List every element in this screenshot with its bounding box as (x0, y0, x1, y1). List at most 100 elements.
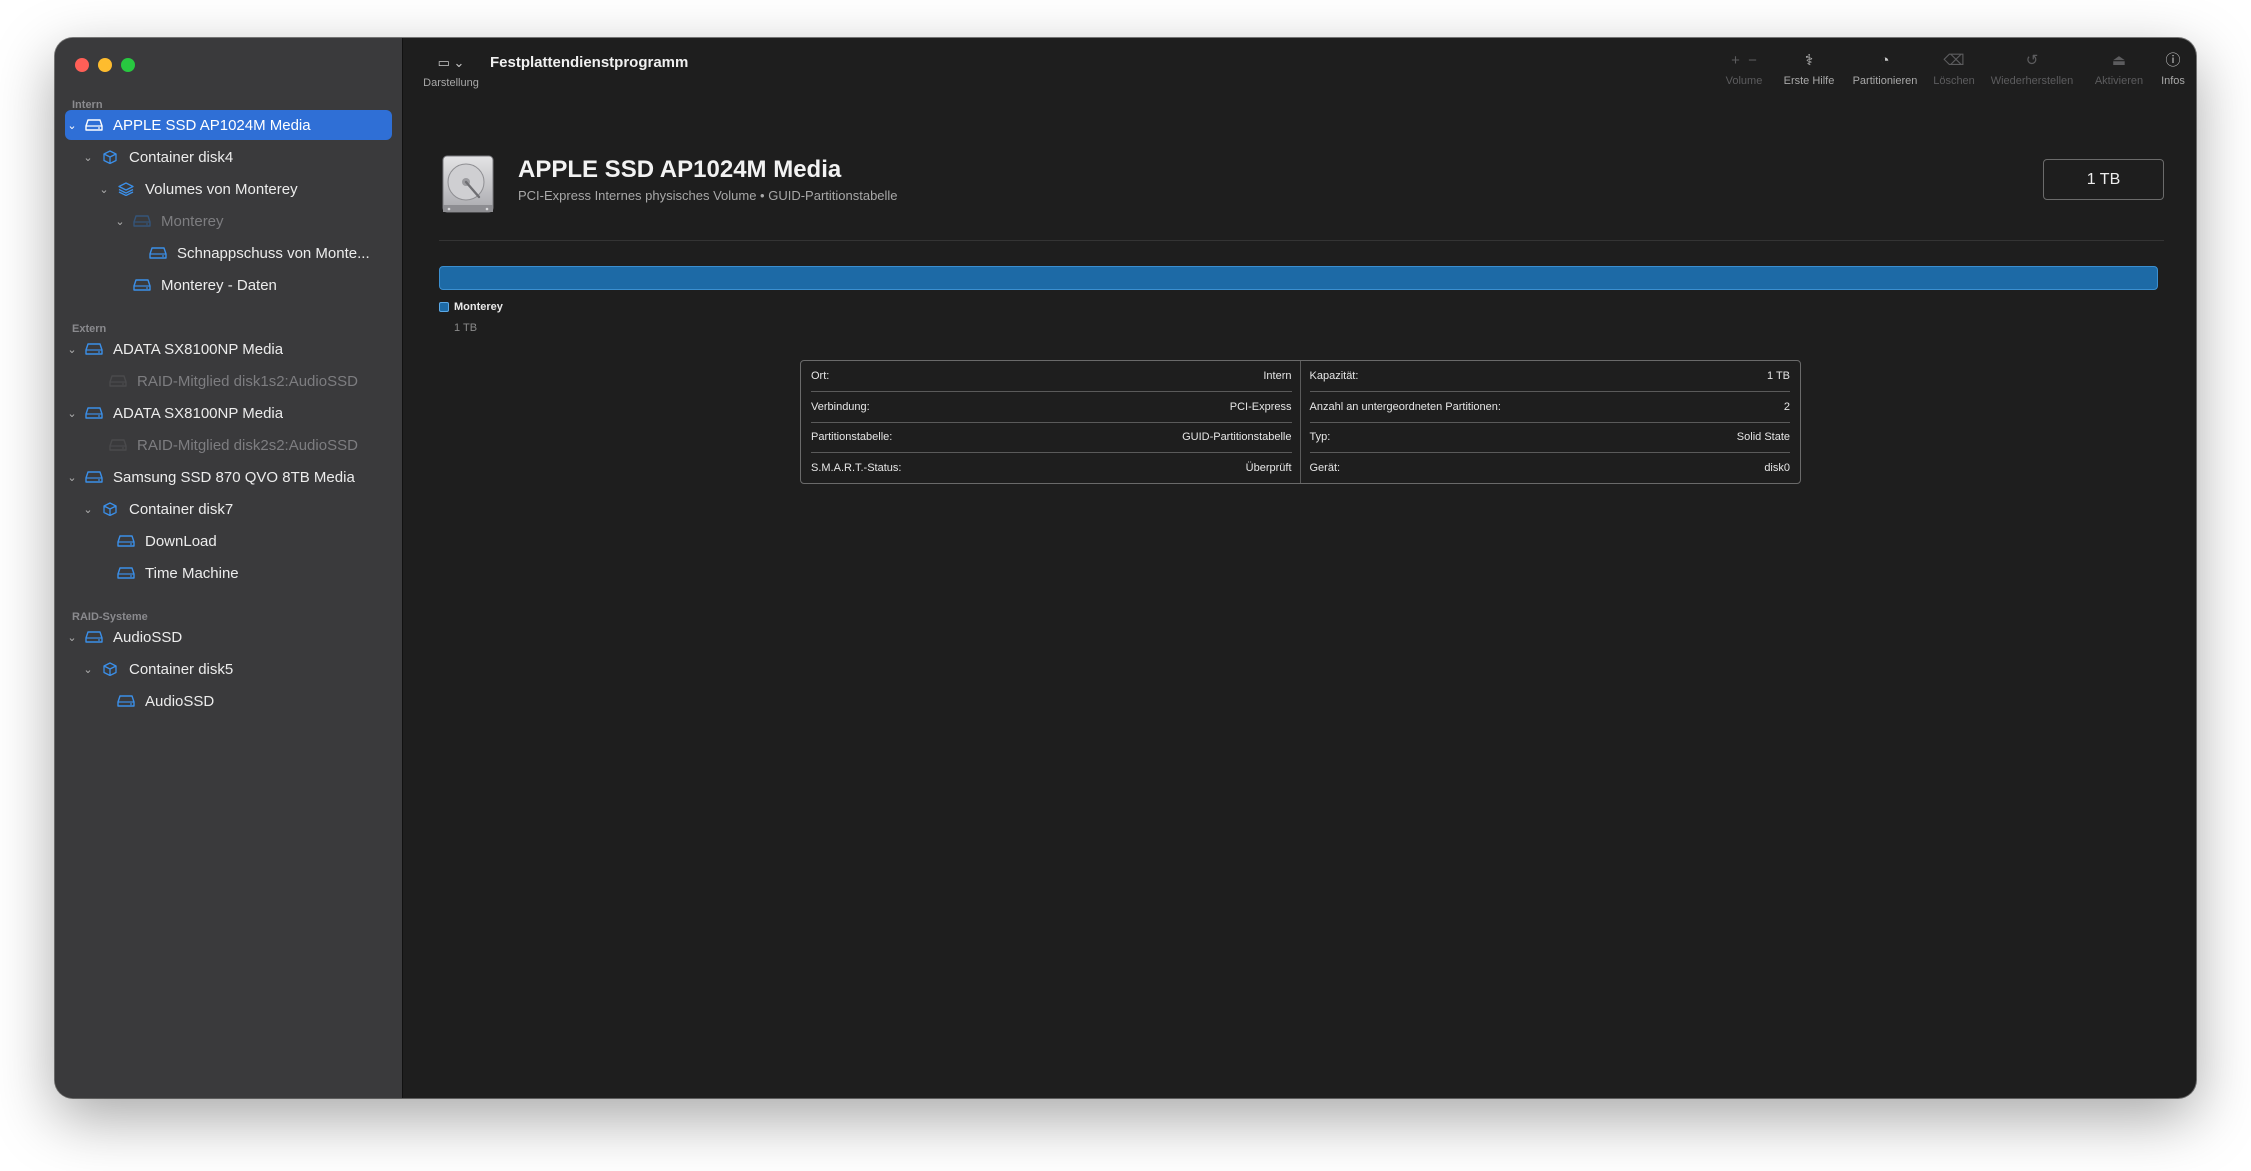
chevron-down-icon[interactable]: ⌄ (81, 663, 95, 676)
sidebar-item-label: Monterey (161, 212, 224, 230)
sidebar-item-label: Time Machine (145, 564, 239, 582)
info-value: Überprüft (1245, 462, 1292, 475)
info-label: Verbindung: (811, 400, 870, 413)
window-controls (75, 58, 135, 72)
partition-size: 1 TB (454, 322, 478, 334)
sidebar-item-container-disk7[interactable]: ⌄ Container disk7 (65, 494, 392, 524)
info-label: S.M.A.R.T.-Status: (811, 462, 902, 475)
drive-icon (133, 214, 151, 228)
info-value: 2 (1783, 400, 1790, 413)
partition-color-swatch (439, 302, 449, 312)
sidebar-item-raid-member-1[interactable]: RAID-Mitglied disk1s2:AudioSSD (65, 366, 392, 396)
disk-subtitle: PCI-Express Internes physisches Volume •… (518, 188, 898, 203)
view-button[interactable]: ▭ ⌄ Darstellung (419, 52, 483, 89)
sidebar-item-container-disk5[interactable]: ⌄ Container disk5 (65, 654, 392, 684)
info-row: Kapazität: 1 TB (1309, 361, 1790, 392)
info-icon: ⓘ (2165, 52, 2181, 69)
sidebar-item-time-machine[interactable]: Time Machine (65, 558, 392, 588)
drive-icon (85, 630, 103, 644)
restore-button-label: Wiederherstellen (1990, 75, 2074, 87)
first-aid-button-label: Erste Hilfe (1783, 75, 1835, 87)
sidebar-item-container-disk4[interactable]: ⌄ Container disk4 (65, 142, 392, 172)
view-button-label: Darstellung (423, 77, 479, 89)
sidebar-item-label: AudioSSD (145, 692, 215, 710)
zoom-button[interactable] (121, 58, 135, 72)
minimize-button[interactable] (98, 58, 112, 72)
drive-icon (117, 534, 135, 548)
drive-icon (109, 374, 127, 388)
erase-button[interactable]: ⌫ Löschen (1929, 50, 1979, 87)
sidebar-item-monterey[interactable]: ⌄ Monterey (65, 206, 392, 236)
drive-icon (85, 406, 103, 420)
mount-icon: ⏏ (2111, 52, 2127, 69)
drive-icon (117, 694, 135, 708)
sidebar-item-download[interactable]: DownLoad (65, 526, 392, 556)
sidebar-item-apple-ssd[interactable]: ⌄ APPLE SSD AP1024M Media (65, 110, 392, 140)
info-value: Solid State (1736, 431, 1790, 444)
info-value: GUID-Partitionstabelle (1182, 431, 1292, 444)
sidebar-item-adata-2[interactable]: ⌄ ADATA SX8100NP Media (65, 398, 392, 428)
toolbar: ▭ ⌄ Darstellung Festplattendienstprogram… (403, 38, 2196, 126)
info-label: Gerät: (1309, 462, 1341, 475)
volume-button-label: Volume (1725, 75, 1763, 87)
info-row: Ort: Intern (811, 361, 1292, 392)
chevron-down-icon[interactable]: ⌄ (65, 471, 79, 484)
sidebar-item-label: AudioSSD (113, 628, 183, 646)
info-column-right: Kapazität: 1 TB Anzahl an untergeordnete… (1301, 361, 1793, 483)
chevron-down-icon[interactable]: ⌄ (97, 183, 111, 196)
sidebar-item-snapshot[interactable]: Schnappschuss von Monte... (65, 238, 392, 268)
info-label: Typ: (1309, 431, 1331, 444)
sidebar-item-label: ADATA SX8100NP Media (113, 340, 284, 358)
disk-info-table: Ort: Intern Verbindung: PCI-Express Part… (800, 360, 1801, 484)
container-icon (101, 502, 119, 516)
info-row: Typ: Solid State (1309, 423, 1790, 454)
restore-button[interactable]: ↺ Wiederherstellen (1985, 50, 2079, 87)
hard-drive-icon (442, 155, 494, 213)
sidebar-item-label: ADATA SX8100NP Media (113, 404, 284, 422)
sidebar-item-volumes-monterey[interactable]: ⌄ Volumes von Monterey (65, 174, 392, 204)
info-button[interactable]: ⓘ Infos (2155, 50, 2191, 87)
sidebar: Intern ⌄ APPLE SSD AP1024M Media ⌄ Conta… (55, 38, 403, 1098)
mount-button[interactable]: ⏏ Aktivieren (2087, 50, 2151, 87)
chevron-down-icon[interactable]: ⌄ (65, 631, 79, 644)
divider (439, 240, 2164, 241)
volume-group-icon (117, 182, 135, 196)
chevron-down-icon[interactable]: ⌄ (81, 151, 95, 164)
info-label: Ort: (811, 369, 830, 382)
partition-name: Monterey (454, 301, 503, 313)
sidebar-item-audiossd-volume[interactable]: AudioSSD (65, 686, 392, 716)
main-content: APPLE SSD AP1024M Media PCI-Express Inte… (403, 126, 2196, 1098)
erase-button-label: Löschen (1933, 75, 1975, 87)
drive-icon (133, 278, 151, 292)
sidebar-item-audiossd-raid[interactable]: ⌄ AudioSSD (65, 622, 392, 652)
sidebar-item-samsung[interactable]: ⌄ Samsung SSD 870 QVO 8TB Media (65, 462, 392, 492)
capacity-badge: 1 TB (2043, 159, 2164, 200)
info-value: 1 TB (1766, 369, 1790, 382)
drive-icon (85, 470, 103, 484)
chevron-down-icon[interactable]: ⌄ (113, 215, 127, 228)
chevron-down-icon[interactable]: ⌄ (65, 407, 79, 420)
chevron-down-icon[interactable]: ⌄ (65, 343, 79, 356)
sidebar-item-adata-1[interactable]: ⌄ ADATA SX8100NP Media (65, 334, 392, 364)
info-row: S.M.A.R.T.-Status: Überprüft (811, 453, 1292, 483)
volume-button[interactable]: + − Volume (1714, 50, 1774, 87)
chevron-down-icon[interactable]: ⌄ (65, 119, 79, 132)
partition-button[interactable]: ◔ Partitionieren (1847, 50, 1923, 87)
eraser-icon: ⌫ (1943, 52, 1965, 69)
first-aid-button[interactable]: ⚕ Erste Hilfe (1778, 50, 1840, 87)
container-icon (101, 662, 119, 676)
partition-map-bar[interactable] (439, 266, 2158, 290)
drive-icon (85, 118, 103, 132)
pie-chart-icon: ◔ (1880, 52, 1890, 69)
info-row: Gerät: disk0 (1310, 453, 1791, 483)
sidebar-item-label: Container disk4 (129, 148, 234, 166)
sidebar-item-label: Volumes von Monterey (145, 180, 298, 198)
sidebar-item-monterey-daten[interactable]: Monterey - Daten (65, 270, 392, 300)
sidebar-item-raid-member-2[interactable]: RAID-Mitglied disk2s2:AudioSSD (65, 430, 392, 460)
drive-icon (85, 342, 103, 356)
plus-minus-icon: + − (1731, 52, 1757, 69)
drive-icon (109, 438, 127, 452)
partition-button-label: Partitionieren (1852, 75, 1918, 87)
close-button[interactable] (75, 58, 89, 72)
chevron-down-icon[interactable]: ⌄ (81, 503, 95, 516)
